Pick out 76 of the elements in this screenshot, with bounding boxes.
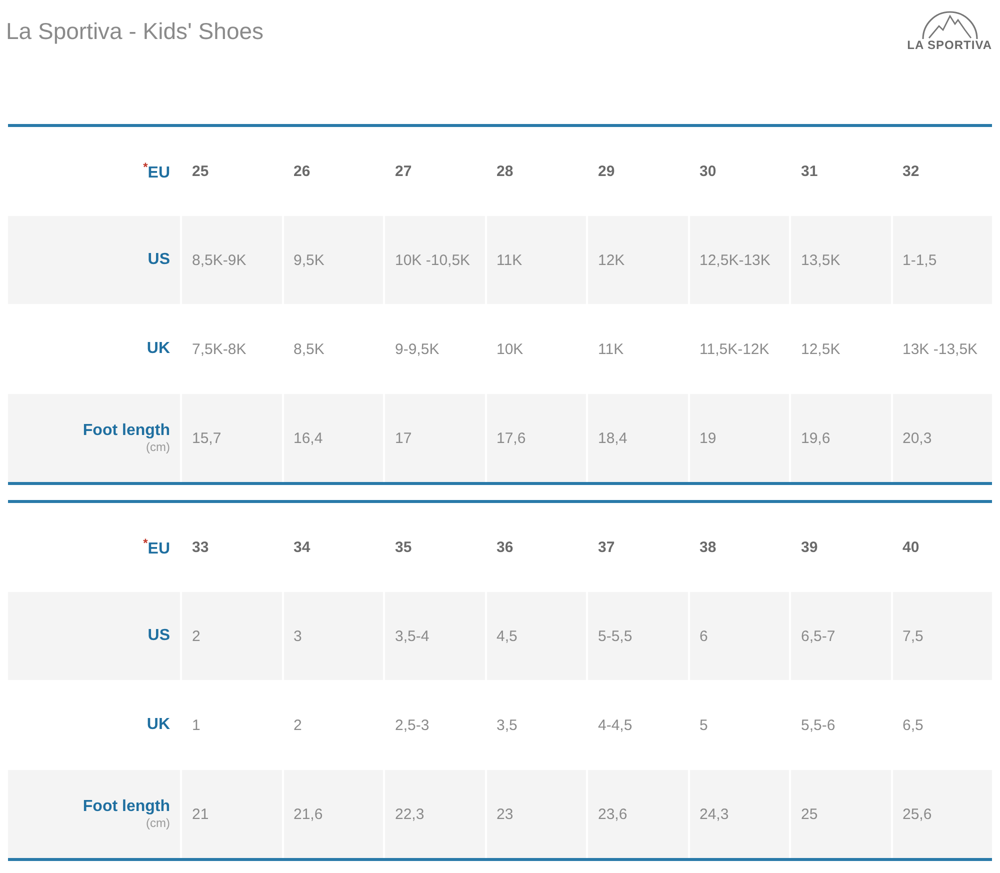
row-label: Foot length [82, 798, 170, 816]
table-cell: 21 [182, 770, 282, 858]
table-cell-text: 8,5K [292, 340, 326, 360]
table-cell-text: 10K [496, 340, 524, 360]
table-cell-text: 5 [698, 716, 709, 736]
size-header-cell-text: 39 [800, 538, 819, 558]
table-cell: 10K -10,5K [385, 216, 484, 304]
table-cell-text: 4-4,5 [597, 716, 634, 736]
size-header-cell-text: 35 [394, 538, 413, 558]
table-cell: 25 [791, 770, 890, 858]
table-cell: 17,6 [486, 394, 586, 482]
row-label: US [148, 627, 170, 645]
size-header-cell-text: 28 [496, 162, 514, 182]
size-header-cell-text: 26 [292, 162, 312, 182]
table-cell: 9,5K [284, 216, 383, 304]
size-header-cell-text: 25 [191, 162, 210, 182]
table-cell: 12,5K-13K [690, 216, 789, 304]
page-title: La Sportiva - Kids' Shoes [6, 18, 264, 45]
table-cell: 19,6 [791, 394, 890, 482]
table-cell: 21,6 [284, 770, 383, 858]
table-cell-text: 1 [191, 716, 202, 736]
table-cell: 15,7 [182, 394, 282, 482]
table-cell-text: 2,5-3 [394, 716, 430, 736]
table-cell: 13,5K [791, 216, 890, 304]
unit-label: (cm) [146, 816, 170, 830]
table-cell-text: 12,5K [800, 340, 842, 360]
table-cell: 25,6 [892, 770, 992, 858]
table-cell: 22,3 [385, 770, 484, 858]
table-cell-text: 11K [597, 340, 625, 360]
size-header-cell-text: 37 [597, 538, 616, 558]
size-header-cell-text: 30 [698, 162, 718, 182]
table-cell: 6 [690, 592, 789, 680]
table-cell: 7,5 [892, 592, 992, 680]
table-cell: 11K [486, 216, 586, 304]
table-cell: 3 [284, 592, 383, 680]
table-cell: 16,4 [284, 394, 383, 482]
size-header-cell-text: 36 [496, 538, 514, 558]
table-cell: 2 [182, 592, 282, 680]
table-cell-text: 11,5K-12K [698, 340, 770, 360]
size-header-cell-text: 27 [394, 162, 413, 182]
unit-label: (cm) [146, 440, 170, 454]
table-cell: 12K [588, 216, 688, 304]
table-cell: 1-1,5 [892, 216, 992, 304]
size-header-cell-text: 34 [292, 538, 312, 558]
table-cell: 23,6 [588, 770, 688, 858]
table-cell: 6,5-7 [791, 592, 890, 680]
brand-logo-text: LA SPORTIVA [907, 38, 992, 52]
table-cell-text: 7,5K-8K [191, 340, 248, 360]
size-header-cell-text: 32 [902, 162, 920, 182]
row-label: $^{*}$EU [143, 160, 170, 182]
table-cell: 24,3 [690, 770, 789, 858]
table-cell: 17 [385, 394, 484, 482]
table-cell: 18,4 [588, 394, 688, 482]
table-cell-text: 5,5-6 [800, 716, 836, 736]
table-cell: 4,5 [486, 592, 586, 680]
table-cell: 19 [690, 394, 789, 482]
size-header-cell-text: 29 [597, 162, 616, 182]
table-cell-text: 6,5 [902, 716, 924, 736]
table-cell-text: 9-9,5K [394, 340, 440, 360]
row-label: UK [146, 340, 170, 358]
table-cell-text: 2 [292, 716, 303, 736]
size-header-cell-text: 33 [191, 538, 210, 558]
size-header-cell-text: 38 [698, 538, 718, 558]
row-label: Foot length [82, 422, 170, 440]
row-label: US [148, 251, 170, 269]
table-cell: 8,5K-9K [182, 216, 282, 304]
table-cell-text: 13K -13,5K [902, 340, 979, 360]
table-cell-text: 3,5 [496, 716, 518, 736]
table-cell: 3,5-4 [385, 592, 484, 680]
table-cell: 20,3 [892, 394, 992, 482]
row-label: $^{*}$EU [143, 536, 170, 558]
size-header-cell-text: 31 [800, 162, 819, 182]
row-label: UK [146, 716, 170, 734]
table-cell: 5-5,5 [588, 592, 688, 680]
size-header-cell-text: 40 [902, 538, 920, 558]
table-cell: 23 [486, 770, 586, 858]
